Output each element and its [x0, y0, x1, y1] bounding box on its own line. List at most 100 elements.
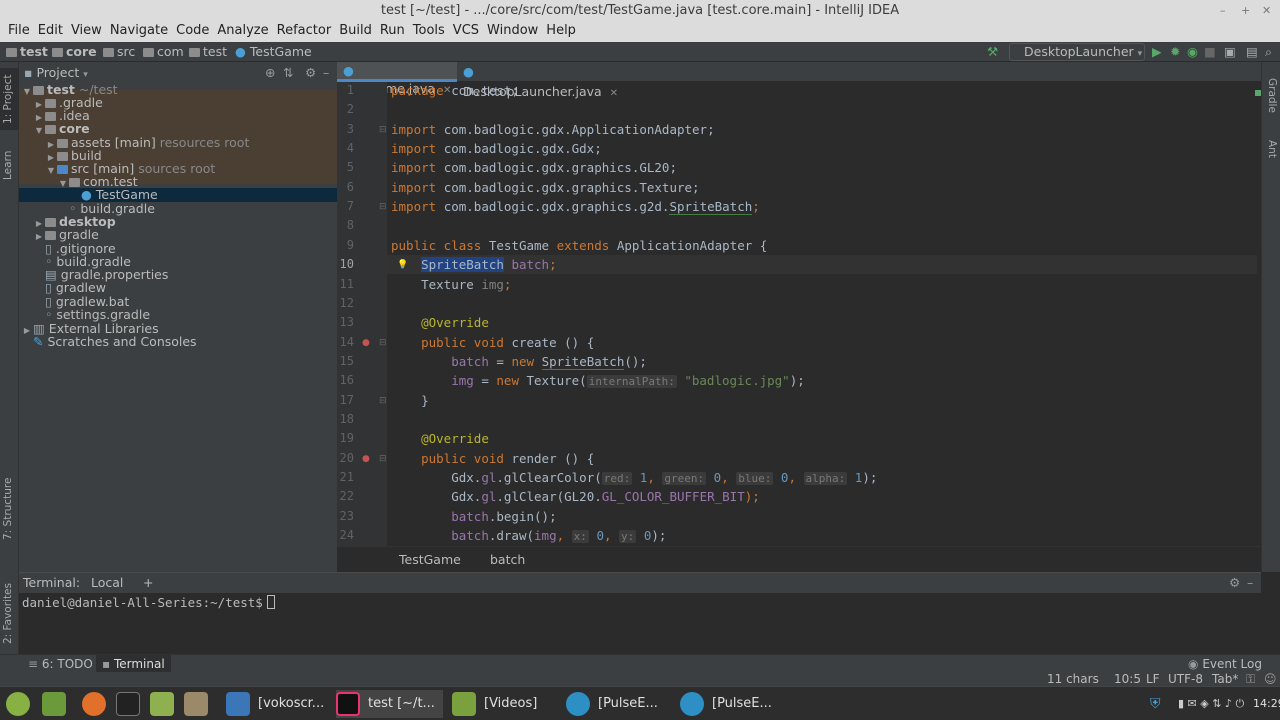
file-encoding[interactable]: UTF-8 [1168, 672, 1203, 686]
breadcrumb-item[interactable]: core [52, 42, 97, 62]
menu-view[interactable]: View [67, 22, 106, 42]
code-line[interactable]: } [391, 391, 429, 410]
terminal-tool-button[interactable]: ▪ Terminal [96, 655, 171, 673]
tool-tab-structure[interactable]: 7: Structure [2, 478, 14, 540]
code-line[interactable]: SpriteBatch batch; [391, 255, 557, 274]
tree-item-gradle[interactable]: ▶ gradle [33, 228, 99, 241]
tool-tab-gradle[interactable]: Gradle [1266, 78, 1278, 113]
coverage-icon[interactable]: ◉ [1187, 42, 1198, 62]
project-structure-icon[interactable]: ▣ [1224, 42, 1236, 62]
show-desktop-icon[interactable] [42, 690, 74, 718]
tab-testgame-java[interactable]: ● TestGame.java ✕ [337, 62, 457, 96]
lock-icon[interactable]: ⚿ [1246, 672, 1255, 686]
code-line[interactable]: import com.badlogic.gdx.graphics.g2d.Spr… [391, 197, 760, 216]
menu-tools[interactable]: Tools [409, 22, 449, 42]
search-icon[interactable]: ⌕ [1265, 42, 1272, 62]
tool-tab-learn[interactable]: Learn [2, 151, 14, 180]
gimp-icon[interactable] [184, 690, 216, 718]
code-breadcrumb-field[interactable]: batch [490, 547, 525, 573]
tree-item-settings-gradle[interactable]: ◦ settings.gradle [45, 308, 150, 321]
code-line[interactable]: @Override [391, 429, 489, 448]
fold-marker-icon[interactable]: ⊟ [379, 202, 387, 212]
build-hammer-icon[interactable]: ⚒ [987, 42, 998, 62]
code-view[interactable]: package com.test; import com.badlogic.gdx… [337, 82, 1261, 546]
breadcrumb-item[interactable]: ● TestGame [235, 42, 312, 62]
caret-position[interactable]: 10:5 [1114, 672, 1141, 686]
menu-launcher-icon[interactable] [6, 690, 38, 718]
code-line[interactable]: package com.test; [391, 82, 519, 100]
new-session-button[interactable]: + [143, 573, 153, 593]
taskbar-item-intellij[interactable]: test [~/t... [336, 690, 443, 718]
debug-icon[interactable]: ✹ [1170, 42, 1180, 62]
menu-navigate[interactable]: Navigate [106, 22, 172, 42]
collapse-all-icon[interactable]: ⇅ [283, 62, 293, 84]
gear-icon[interactable]: ⚙ [305, 62, 316, 84]
menu-refactor[interactable]: Refactor [273, 22, 336, 42]
code-line[interactable]: Texture img; [391, 275, 511, 294]
event-log-button[interactable]: ◉ Event Log [1188, 655, 1262, 673]
taskbar-item-pulseeffects-2[interactable]: [PulseE... [680, 690, 772, 718]
code-line[interactable]: Gdx.gl.glClearColor(red: 1, green: 0, bl… [391, 468, 877, 487]
project-view-select[interactable]: Project [36, 65, 79, 80]
scroll-from-source-icon[interactable]: ⊕ [265, 62, 275, 84]
run-icon[interactable]: ▶ [1152, 42, 1162, 62]
terminal-launcher-icon[interactable] [116, 690, 148, 718]
code-line[interactable]: batch.draw(img, x: 0, y: 0); [391, 526, 666, 545]
hide-panel-icon[interactable]: – [323, 62, 329, 84]
tree-item-gradlew[interactable]: ▯ gradlew [45, 281, 106, 294]
minimize-icon[interactable]: – [1220, 0, 1226, 22]
run-configuration-select[interactable]: DesktopLauncher ▾ [1009, 43, 1145, 61]
sdk-icon[interactable]: ▤ [1246, 42, 1258, 62]
menu-edit[interactable]: Edit [34, 22, 67, 42]
update-shield-icon[interactable]: ⛨ [1150, 690, 1161, 718]
breadcrumb-item[interactable]: src [103, 42, 135, 62]
code-line[interactable]: @Override [391, 313, 489, 332]
code-line[interactable]: import com.badlogic.gdx.ApplicationAdapt… [391, 120, 715, 139]
files-icon[interactable] [150, 690, 182, 718]
fold-marker-icon[interactable]: ⊟ [379, 338, 387, 348]
code-line[interactable]: public class TestGame extends Applicatio… [391, 236, 767, 255]
menu-file[interactable]: File [4, 22, 34, 42]
code-line[interactable]: public void render () { [391, 449, 594, 468]
code-breadcrumb-class[interactable]: TestGame [399, 547, 461, 573]
terminal-prompt[interactable]: daniel@daniel-All-Series:~/test$ [22, 594, 275, 612]
tool-tab-favorites[interactable]: 2: Favorites [2, 583, 14, 644]
firefox-icon[interactable] [82, 690, 114, 718]
fold-marker-icon[interactable]: ⊟ [379, 125, 387, 135]
taskbar-item-vokoscreen[interactable]: [vokoscr... [226, 690, 324, 718]
gear-icon[interactable]: ⚙ [1229, 573, 1240, 593]
close-icon[interactable]: ✕ [1262, 0, 1271, 22]
code-line[interactable]: Gdx.gl.glClear(GL20.GL_COLOR_BUFFER_BIT)… [391, 487, 760, 506]
line-separator[interactable]: LF [1146, 672, 1160, 686]
tab-desktoplauncher-java[interactable]: ● DesktopLauncher.java ✕ [457, 62, 619, 99]
menu-help[interactable]: Help [542, 22, 580, 42]
inspector-icon[interactable]: ☺ [1264, 672, 1277, 686]
code-line[interactable]: img = new Texture(internalPath: "badlogi… [391, 371, 805, 390]
menu-window[interactable]: Window [483, 22, 542, 42]
breadcrumb-item[interactable]: test [6, 42, 48, 62]
terminal-tab-local[interactable]: Local [91, 573, 123, 593]
tray-icons[interactable]: ▮ ✉ ◈ ⇅ ♪ ⏻ [1178, 690, 1244, 718]
taskbar-item-pulseeffects-1[interactable]: [PulseE... [566, 690, 658, 718]
menu-analyze[interactable]: Analyze [213, 22, 272, 42]
menu-build[interactable]: Build [335, 22, 376, 42]
override-icon[interactable]: ● [362, 338, 370, 348]
code-line[interactable]: import com.badlogic.gdx.graphics.GL20; [391, 158, 677, 177]
menu-code[interactable]: Code [172, 22, 213, 42]
todo-tool-button[interactable]: ≡ 6: TODO [28, 655, 93, 673]
override-icon[interactable]: ● [362, 454, 370, 464]
tool-tab-project[interactable]: 1: Project [2, 75, 14, 124]
tool-tab-ant[interactable]: Ant [1266, 140, 1278, 158]
fold-marker-icon[interactable]: ⊟ [379, 396, 387, 406]
menu-vcs[interactable]: VCS [449, 22, 483, 42]
tree-item-scratches[interactable]: ✎ Scratches and Consoles [33, 335, 197, 348]
indent-setting[interactable]: Tab* [1212, 672, 1238, 686]
breadcrumb-item[interactable]: test [189, 42, 227, 62]
code-line[interactable]: batch = new SpriteBatch(); [391, 352, 647, 371]
hide-panel-icon[interactable]: – [1247, 573, 1253, 593]
taskbar-item-videos[interactable]: [Videos] [452, 690, 537, 718]
tree-item-core[interactable]: ▼ core [33, 122, 90, 135]
chevron-down-icon[interactable]: ▾ [83, 70, 88, 80]
stop-icon[interactable]: ■ [1204, 42, 1216, 62]
tree-item-testgame[interactable]: ● TestGame [81, 188, 158, 201]
